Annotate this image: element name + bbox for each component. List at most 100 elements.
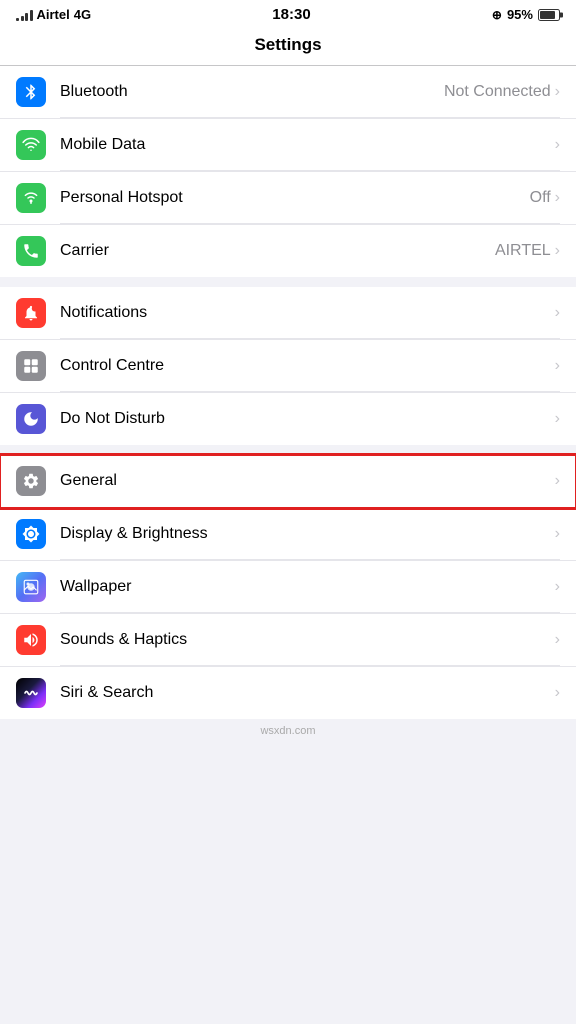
settings-row-personal-hotspot[interactable]: Personal Hotspot Off › bbox=[0, 172, 576, 225]
display-chevron: › bbox=[555, 525, 560, 543]
mobile-data-svg bbox=[22, 136, 40, 154]
carrier-svg bbox=[22, 242, 40, 260]
dnd-row-content: Do Not Disturb › bbox=[60, 393, 560, 445]
display-svg bbox=[22, 525, 40, 543]
notifications-icon bbox=[16, 298, 46, 328]
hotspot-row-content: Personal Hotspot Off › bbox=[60, 172, 560, 224]
settings-row-wallpaper[interactable]: Wallpaper › bbox=[0, 561, 576, 614]
siri-search-icon bbox=[16, 678, 46, 708]
general-right: › bbox=[555, 472, 560, 490]
bluetooth-chevron: › bbox=[555, 83, 560, 101]
section-general-group: General › Display & Brightness › bbox=[0, 455, 576, 719]
display-brightness-icon bbox=[16, 519, 46, 549]
control-centre-svg bbox=[22, 357, 40, 375]
carrier-row-content: Carrier AIRTEL › bbox=[60, 225, 560, 277]
bluetooth-label: Bluetooth bbox=[60, 83, 128, 101]
sounds-haptics-icon bbox=[16, 625, 46, 655]
mobile-data-right: › bbox=[555, 136, 560, 154]
location-icon: ⊕ bbox=[492, 8, 502, 22]
bluetooth-icon bbox=[16, 77, 46, 107]
carrier-icon bbox=[16, 236, 46, 266]
mobile-data-icon bbox=[16, 130, 46, 160]
wallpaper-row-content: Wallpaper › bbox=[60, 561, 560, 613]
carrier-label-row: Carrier bbox=[60, 242, 109, 260]
settings-row-do-not-disturb[interactable]: Do Not Disturb › bbox=[0, 393, 576, 445]
siri-right: › bbox=[555, 684, 560, 702]
siri-search-label: Siri & Search bbox=[60, 684, 153, 702]
siri-svg bbox=[22, 684, 40, 702]
settings-row-notifications[interactable]: Notifications › bbox=[0, 287, 576, 340]
wallpaper-icon bbox=[16, 572, 46, 602]
sounds-haptics-label: Sounds & Haptics bbox=[60, 631, 187, 649]
settings-row-carrier[interactable]: Carrier AIRTEL › bbox=[0, 225, 576, 277]
signal-icon bbox=[16, 9, 33, 21]
display-row-content: Display & Brightness › bbox=[60, 508, 560, 560]
carrier-value: AIRTEL bbox=[495, 242, 551, 260]
hotspot-chevron: › bbox=[555, 189, 560, 207]
sounds-right: › bbox=[555, 631, 560, 649]
status-right: ⊕ 95% bbox=[492, 7, 560, 22]
general-row-content: General › bbox=[60, 455, 560, 507]
wallpaper-svg bbox=[22, 578, 40, 596]
notifications-row-content: Notifications › bbox=[60, 287, 560, 339]
dnd-chevron: › bbox=[555, 410, 560, 428]
siri-row-content: Siri & Search › bbox=[60, 667, 560, 719]
display-right: › bbox=[555, 525, 560, 543]
do-not-disturb-label: Do Not Disturb bbox=[60, 410, 165, 428]
wallpaper-chevron: › bbox=[555, 578, 560, 596]
hotspot-svg bbox=[22, 189, 40, 207]
control-centre-label: Control Centre bbox=[60, 357, 164, 375]
settings-row-bluetooth[interactable]: Bluetooth Not Connected › bbox=[0, 66, 576, 119]
network-type-label: 4G bbox=[74, 7, 91, 22]
siri-chevron: › bbox=[555, 684, 560, 702]
mobile-data-chevron: › bbox=[555, 136, 560, 154]
general-label: General bbox=[60, 472, 117, 490]
settings-row-display-brightness[interactable]: Display & Brightness › bbox=[0, 508, 576, 561]
control-centre-row-content: Control Centre › bbox=[60, 340, 560, 392]
section-connectivity: Bluetooth Not Connected › Mobile Data › bbox=[0, 66, 576, 277]
hotspot-right: Off › bbox=[530, 189, 560, 207]
bluetooth-value: Not Connected bbox=[444, 83, 551, 101]
carrier-chevron: › bbox=[555, 242, 560, 260]
status-bar: Airtel 4G 18:30 ⊕ 95% bbox=[0, 0, 576, 27]
settings-row-sounds-haptics[interactable]: Sounds & Haptics › bbox=[0, 614, 576, 667]
battery-tip bbox=[560, 12, 563, 17]
section-system: Notifications › Control Centre › bbox=[0, 287, 576, 445]
notifications-right: › bbox=[555, 304, 560, 322]
bluetooth-svg bbox=[22, 83, 40, 101]
gear-svg bbox=[22, 472, 40, 490]
do-not-disturb-icon bbox=[16, 404, 46, 434]
settings-row-control-centre[interactable]: Control Centre › bbox=[0, 340, 576, 393]
notifications-label: Notifications bbox=[60, 304, 147, 322]
wallpaper-label: Wallpaper bbox=[60, 578, 131, 596]
dnd-right: › bbox=[555, 410, 560, 428]
settings-row-siri-search[interactable]: Siri & Search › bbox=[0, 667, 576, 719]
nav-bar: Settings bbox=[0, 27, 576, 66]
battery-fill bbox=[540, 11, 555, 19]
notifications-svg bbox=[22, 304, 40, 322]
mobile-data-row-content: Mobile Data › bbox=[60, 119, 560, 171]
personal-hotspot-icon bbox=[16, 183, 46, 213]
settings-row-mobile-data[interactable]: Mobile Data › bbox=[0, 119, 576, 172]
general-chevron: › bbox=[555, 472, 560, 490]
wallpaper-right: › bbox=[555, 578, 560, 596]
personal-hotspot-label: Personal Hotspot bbox=[60, 189, 183, 207]
sounds-svg bbox=[22, 631, 40, 649]
carrier-right: AIRTEL › bbox=[495, 242, 560, 260]
control-centre-icon bbox=[16, 351, 46, 381]
hotspot-value: Off bbox=[530, 189, 551, 207]
bluetooth-right: Not Connected › bbox=[444, 83, 560, 101]
carrier-label: Airtel bbox=[37, 7, 70, 22]
settings-row-general[interactable]: General › bbox=[0, 455, 576, 508]
status-left: Airtel 4G bbox=[16, 7, 91, 22]
mobile-data-label: Mobile Data bbox=[60, 136, 145, 154]
watermark: wsxdn.com bbox=[0, 719, 576, 743]
bluetooth-row-content: Bluetooth Not Connected › bbox=[60, 66, 560, 118]
page-title: Settings bbox=[254, 35, 321, 54]
general-icon bbox=[16, 466, 46, 496]
dnd-svg bbox=[22, 410, 40, 428]
control-centre-right: › bbox=[555, 357, 560, 375]
status-time: 18:30 bbox=[272, 6, 310, 23]
display-brightness-label: Display & Brightness bbox=[60, 525, 208, 543]
control-centre-chevron: › bbox=[555, 357, 560, 375]
